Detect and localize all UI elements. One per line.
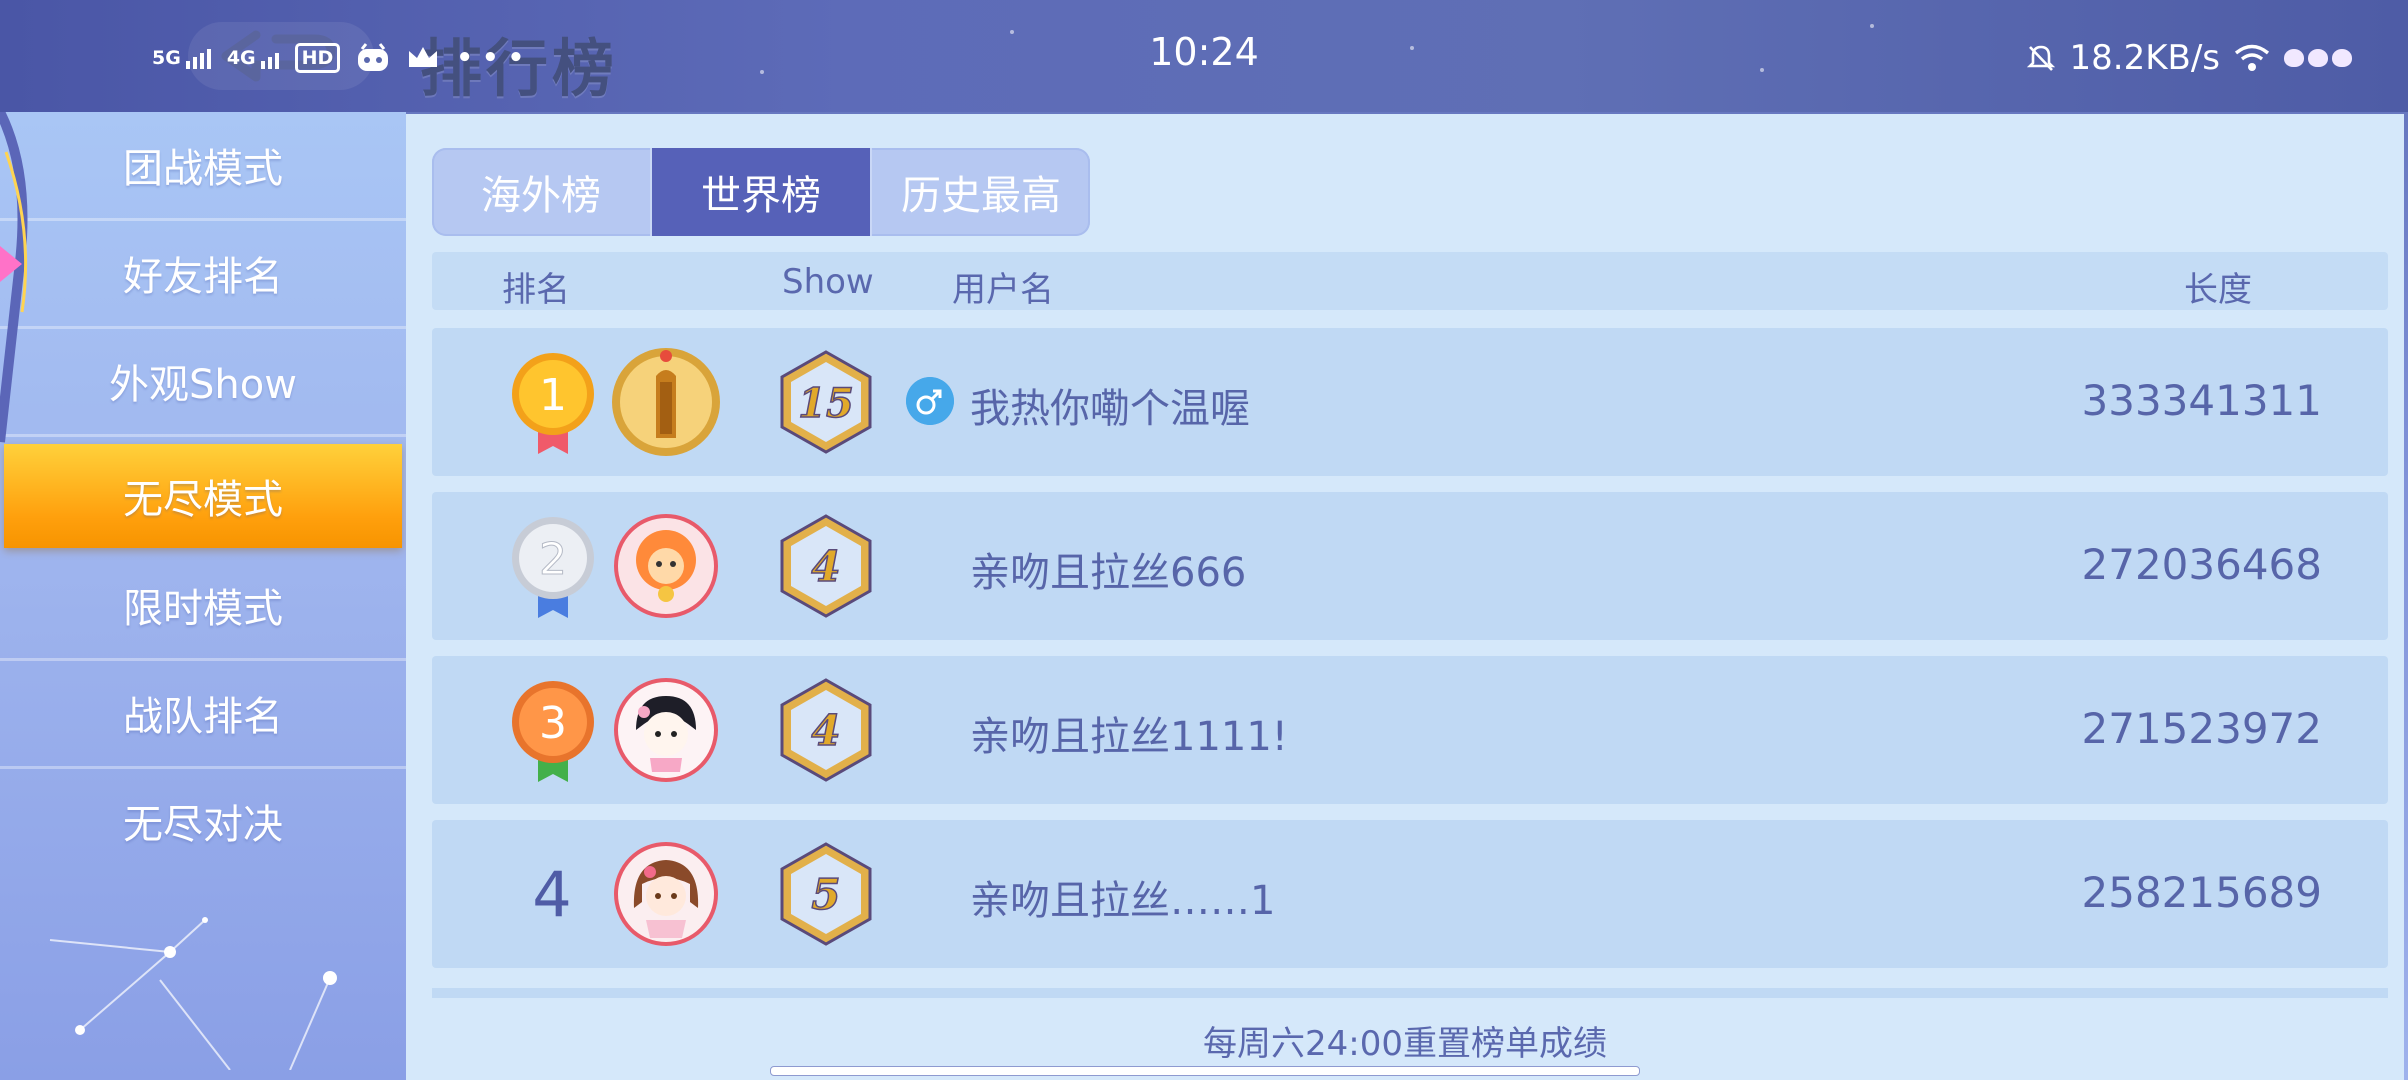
username: 我热你嘞个温喔 [970,386,1250,432]
reset-notice: 每周六24:00重置榜单成绩 [1203,1024,1607,1064]
gold-medal-icon: 1 [512,353,594,454]
sidebar-item-label: 无尽模式 [123,477,283,523]
show-level-value: 4 [811,706,840,755]
column-header-username: 用户名 [952,270,1054,310]
tab-overseas[interactable]: 海外榜 [432,148,652,236]
table-row[interactable]: 4 5 亲吻且拉丝……1 258215689 [432,820,2388,968]
signal-4g-icon: 4G [227,47,279,69]
bronze-medal-icon: 3 [512,681,594,782]
username: 亲吻且拉丝1111! [970,714,1288,760]
ranking-panel: 海外榜 世界榜 历史最高 排名 Show 用户名 长度 1 15 我热你嘞个温喔… [406,114,2404,1080]
rank-number: 1 [539,370,567,421]
table-header: 排名 Show 用户名 长度 [432,252,2388,310]
show-level-badge: 5 [780,842,872,946]
status-bar-right: 18.2KB/s [2026,38,2352,78]
status-time: 10:24 [1149,30,1259,74]
sidebar-item-endless-mode[interactable]: 无尽模式 [4,444,402,548]
network-type-label: 4G [226,47,256,69]
home-indicator-bar[interactable] [770,1066,1640,1076]
app-notification-icon [358,43,389,71]
table-row-partial [432,988,2388,998]
sparkle-decoration [1870,24,1874,28]
sidebar-item-label: 限时模式 [123,586,283,632]
sparkle-decoration [1760,68,1764,72]
sidebar-item-label: 团战模式 [123,146,283,192]
username: 亲吻且拉丝……1 [970,878,1276,924]
constellation-decoration [49,917,337,1070]
show-level-value: 15 [798,380,854,427]
sidebar-item-timed-mode[interactable]: 限时模式 [0,552,406,661]
more-notifications-icon: • • • [456,43,525,73]
length-value: 272036468 [2081,540,2323,589]
rank-number: 3 [539,698,567,749]
avatar[interactable] [610,838,722,950]
sparkle-decoration [1410,46,1414,50]
table-row[interactable]: 3 4 亲吻且拉丝1111! 271523972 [432,656,2388,804]
show-level-value: 5 [811,870,840,919]
sidebar-item-label: 战队排名 [123,694,283,740]
tab-label: 世界榜 [701,173,821,219]
sparkle-decoration [1010,30,1014,34]
sidebar-item-label: 无尽对决 [123,802,283,848]
sidebar-item-label: 外观Show [109,362,297,408]
rank-number: 4 [532,858,572,931]
table-row[interactable]: 1 15 我热你嘞个温喔 333341311 [432,328,2388,476]
silver-medal-icon: 2 [512,517,594,618]
expand-arrow-icon[interactable] [0,246,22,282]
sidebar-edge-decoration [0,112,28,443]
avatar[interactable] [610,346,722,458]
column-header-rank: 排名 [502,270,570,310]
sidebar-item-friend-ranking[interactable]: 好友排名 [0,220,406,329]
signal-5g-icon: 5G [152,47,211,69]
avatar[interactable] [610,510,722,622]
sparkle-decoration [760,70,764,74]
tab-label: 历史最高 [901,173,1061,219]
network-speed: 18.2KB/s [2069,38,2221,78]
ranking-tabs: 海外榜 世界榜 历史最高 [432,148,1090,236]
rank-number: 2 [539,534,567,585]
top-header: 排行榜 5G 4G HD • • • 10:24 18.2KB/s [0,0,2408,112]
sidebar-item-team-battle[interactable]: 团战模式 [0,112,406,221]
male-gender-icon [906,377,954,425]
sidebar-item-label: 好友排名 [123,254,283,300]
length-value: 258215689 [2081,868,2323,917]
network-type-label: 5G [152,47,181,69]
username: 亲吻且拉丝666 [970,550,1247,596]
sidebar-item-team-ranking[interactable]: 战队排名 [0,660,406,769]
avatar[interactable] [610,674,722,786]
length-value: 271523972 [2081,704,2323,753]
hd-voice-icon: HD [294,43,341,73]
column-header-show: Show [782,262,874,302]
tab-history-high[interactable]: 历史最高 [872,148,1090,236]
show-level-value: 4 [811,542,840,591]
show-level-badge: 15 [780,350,872,454]
show-level-badge: 4 [780,678,872,782]
table-row[interactable]: 2 4 亲吻且拉丝666 272036468 [432,492,2388,640]
battery-icon [2284,49,2352,67]
column-header-length: 长度 [2184,270,2252,310]
wifi-icon [2234,44,2270,71]
crown-icon [409,47,438,67]
length-value: 333341311 [2081,376,2323,425]
sidebar-item-endless-duel[interactable]: 无尽对决 [0,768,406,874]
show-level-badge: 4 [780,514,872,618]
sidebar-item-appearance-show[interactable]: 外观Show [0,328,406,437]
tab-world[interactable]: 世界榜 [652,148,872,236]
tab-label: 海外榜 [481,173,601,219]
bell-muted-icon [2026,45,2055,71]
status-bar-left: 5G 4G HD • • • [152,38,524,78]
